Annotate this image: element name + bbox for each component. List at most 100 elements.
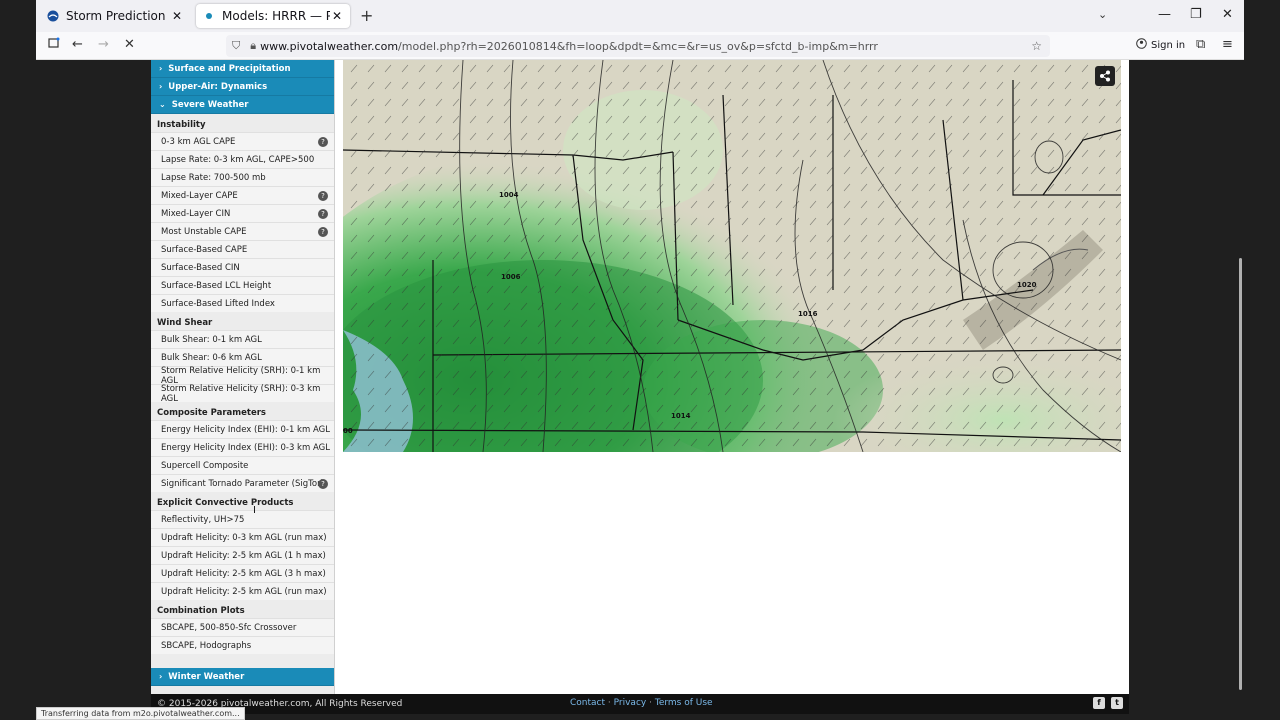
parameter-link[interactable]: Surface-Based CAPE bbox=[151, 240, 334, 258]
close-icon[interactable]: ✕ bbox=[170, 9, 184, 23]
sign-in-button[interactable]: Sign in bbox=[1136, 38, 1185, 52]
parameter-link[interactable]: Energy Helicity Index (EHI): 0-3 km AGL bbox=[151, 438, 334, 456]
parameter-link[interactable]: Energy Helicity Index (EHI): 0-1 km AGL bbox=[151, 420, 334, 438]
parameter-label: SBCAPE, Hodographs bbox=[161, 640, 252, 651]
help-icon[interactable]: ? bbox=[318, 479, 328, 489]
parameter-link[interactable]: Mixed-Layer CAPE? bbox=[151, 186, 334, 204]
lock-icon[interactable]: 🔒︎ bbox=[250, 39, 256, 53]
group-title: Combination Plots bbox=[157, 606, 245, 616]
group-title: Composite Parameters bbox=[157, 408, 266, 418]
tab-title: Models: HRRR — Pivotal Weath bbox=[222, 9, 330, 23]
parameter-label: Significant Tornado Parameter (SigTor) bbox=[161, 478, 324, 489]
parameter-label: Updraft Helicity: 2-5 km AGL (run max) bbox=[161, 586, 327, 597]
page-footer: © 2015-2026 pivotalweather.com, All Righ… bbox=[151, 694, 1129, 714]
parameter-link[interactable]: Reflectivity, UH>75 bbox=[151, 510, 334, 528]
parameter-label: Storm Relative Helicity (SRH): 0-1 km AG… bbox=[161, 365, 321, 386]
social-links: f t bbox=[1093, 697, 1123, 709]
parameter-link[interactable]: 0-3 km AGL CAPE? bbox=[151, 132, 334, 150]
group-title: Explicit Convective Products bbox=[157, 498, 294, 508]
help-icon[interactable]: ? bbox=[318, 227, 328, 237]
section-upper-air[interactable]: › Upper-Air: Dynamics bbox=[151, 78, 334, 96]
parameter-label: SBCAPE, 500-850-Sfc Crossover bbox=[161, 622, 297, 633]
back-icon[interactable]: ← bbox=[72, 37, 83, 52]
parameter-link[interactable]: Surface-Based CIN bbox=[151, 258, 334, 276]
navigation-bar: ← → ✕ ⛉ 🔒︎ www.pivotalweather.com/model.… bbox=[36, 32, 1244, 60]
sign-in-label: Sign in bbox=[1151, 39, 1186, 51]
parameter-link[interactable]: Most Unstable CAPE? bbox=[151, 222, 334, 240]
parameter-label: Surface-Based CIN bbox=[161, 262, 240, 273]
forward-icon[interactable]: → bbox=[98, 37, 109, 52]
section-surface-precip[interactable]: › Surface and Precipitation bbox=[151, 60, 334, 78]
parameter-link[interactable]: SBCAPE, Hodographs bbox=[151, 636, 334, 654]
parameter-label: Updraft Helicity: 0-3 km AGL (run max) bbox=[161, 532, 327, 543]
tab-title: Storm Prediction Center Jan 8, 2 bbox=[66, 9, 170, 23]
tab-hrrr[interactable]: Models: HRRR — Pivotal Weath ✕ bbox=[196, 4, 350, 28]
close-window-icon[interactable]: ✕ bbox=[1222, 7, 1233, 22]
parameter-link[interactable]: Bulk Shear: 0-6 km AGL bbox=[151, 348, 334, 366]
parameter-link[interactable]: Surface-Based LCL Height bbox=[151, 276, 334, 294]
parameter-label: Reflectivity, UH>75 bbox=[161, 514, 245, 525]
page-viewport: › Surface and Precipitation › Upper-Air: D… bbox=[36, 60, 1244, 720]
page-scrollbar[interactable] bbox=[1239, 258, 1242, 690]
parameter-label: Surface-Based Lifted Index bbox=[161, 298, 275, 309]
parameter-label: Bulk Shear: 0-1 km AGL bbox=[161, 334, 262, 345]
tab-overview-icon[interactable] bbox=[48, 37, 60, 53]
severe-weather-groups: Instability 0-3 km AGL CAPE? Lapse Rate: 0… bbox=[151, 114, 334, 654]
model-map[interactable]: 1004 1006 1016 1020 1014 00 bbox=[343, 60, 1121, 452]
tab-strip: Storm Prediction Center Jan 8, 2 ✕ Model… bbox=[36, 0, 1244, 32]
group-title: Instability bbox=[157, 120, 206, 130]
close-icon[interactable]: ✕ bbox=[330, 9, 344, 23]
help-icon[interactable]: ? bbox=[318, 209, 328, 219]
browser-window: Storm Prediction Center Jan 8, 2 ✕ Model… bbox=[36, 0, 1244, 720]
extensions-icon[interactable]: ⧉ bbox=[1196, 37, 1205, 52]
parameter-link[interactable]: Bulk Shear: 0-1 km AGL bbox=[151, 330, 334, 348]
parameter-label: Lapse Rate: 700-500 mb bbox=[161, 172, 266, 183]
isobar-label: 1014 bbox=[671, 412, 691, 420]
group-title: Wind Shear bbox=[157, 318, 213, 328]
parameter-link[interactable]: SBCAPE, 500-850-Sfc Crossover bbox=[151, 618, 334, 636]
url-domain: www.pivotalweather.com bbox=[260, 39, 399, 53]
contact-link[interactable]: Contact bbox=[570, 698, 605, 708]
parameter-link[interactable]: Surface-Based Lifted Index bbox=[151, 294, 334, 312]
parameter-link[interactable]: Mixed-Layer CIN? bbox=[151, 204, 334, 222]
isobar-label: 1020 bbox=[1017, 281, 1037, 289]
terms-link[interactable]: Terms of Use bbox=[655, 698, 713, 708]
stop-icon[interactable]: ✕ bbox=[124, 37, 135, 52]
parameter-link[interactable]: Updraft Helicity: 2-5 km AGL (run max) bbox=[151, 582, 334, 600]
status-bar: Transferring data from m2o.pivotalweathe… bbox=[36, 707, 245, 720]
new-tab-button[interactable]: + bbox=[360, 6, 373, 25]
isobar-label: 1004 bbox=[499, 191, 519, 199]
section-winter-weather[interactable]: › Winter Weather bbox=[151, 668, 334, 686]
twitter-icon[interactable]: t bbox=[1111, 697, 1123, 709]
section-severe-weather[interactable]: ⌄ Severe Weather bbox=[151, 96, 334, 114]
restore-icon[interactable]: ❐ bbox=[1190, 7, 1202, 22]
parameter-link[interactable]: Lapse Rate: 700-500 mb bbox=[151, 168, 334, 186]
parameter-link[interactable]: Lapse Rate: 0-3 km AGL, CAPE>500 bbox=[151, 150, 334, 168]
parameter-link[interactable]: Storm Relative Helicity (SRH): 0-1 km AG… bbox=[151, 365, 334, 386]
isobar-label: 00 bbox=[343, 427, 353, 435]
parameter-label: Energy Helicity Index (EHI): 0-3 km AGL bbox=[161, 442, 330, 453]
parameter-link[interactable]: Updraft Helicity: 0-3 km AGL (run max) bbox=[151, 528, 334, 546]
chevron-down-icon[interactable]: ⌄ bbox=[1098, 8, 1107, 21]
url-bar[interactable]: ⛉ 🔒︎ www.pivotalweather.com/model.php?rh… bbox=[226, 35, 1050, 57]
shield-icon[interactable]: ⛉ bbox=[232, 39, 240, 53]
parameter-link[interactable]: Storm Relative Helicity (SRH): 0-3 km AG… bbox=[151, 383, 334, 404]
parameter-link[interactable]: Supercell Composite bbox=[151, 456, 334, 474]
minimize-icon[interactable]: — bbox=[1158, 7, 1171, 22]
parameter-label: Storm Relative Helicity (SRH): 0-3 km AG… bbox=[161, 383, 321, 404]
facebook-icon[interactable]: f bbox=[1093, 697, 1105, 709]
help-icon[interactable]: ? bbox=[318, 137, 328, 147]
parameter-link[interactable]: Updraft Helicity: 2-5 km AGL (1 h max) bbox=[151, 546, 334, 564]
star-icon[interactable]: ☆ bbox=[1031, 39, 1042, 53]
help-icon[interactable]: ? bbox=[318, 191, 328, 201]
parameter-label: Surface-Based LCL Height bbox=[161, 280, 272, 291]
parameter-link[interactable]: Updraft Helicity: 2-5 km AGL (3 h max) bbox=[151, 564, 334, 582]
tab-storm-prediction[interactable]: Storm Prediction Center Jan 8, 2 ✕ bbox=[40, 4, 190, 28]
share-button[interactable] bbox=[1095, 66, 1115, 86]
parameter-link[interactable]: Significant Tornado Parameter (SigTor)? bbox=[151, 474, 334, 492]
chevron-right-icon: › bbox=[159, 64, 163, 73]
noaa-icon bbox=[46, 9, 60, 23]
menu-icon[interactable]: ≡ bbox=[1222, 37, 1233, 52]
isobar-label: 1006 bbox=[501, 273, 521, 281]
privacy-link[interactable]: Privacy bbox=[614, 698, 647, 708]
